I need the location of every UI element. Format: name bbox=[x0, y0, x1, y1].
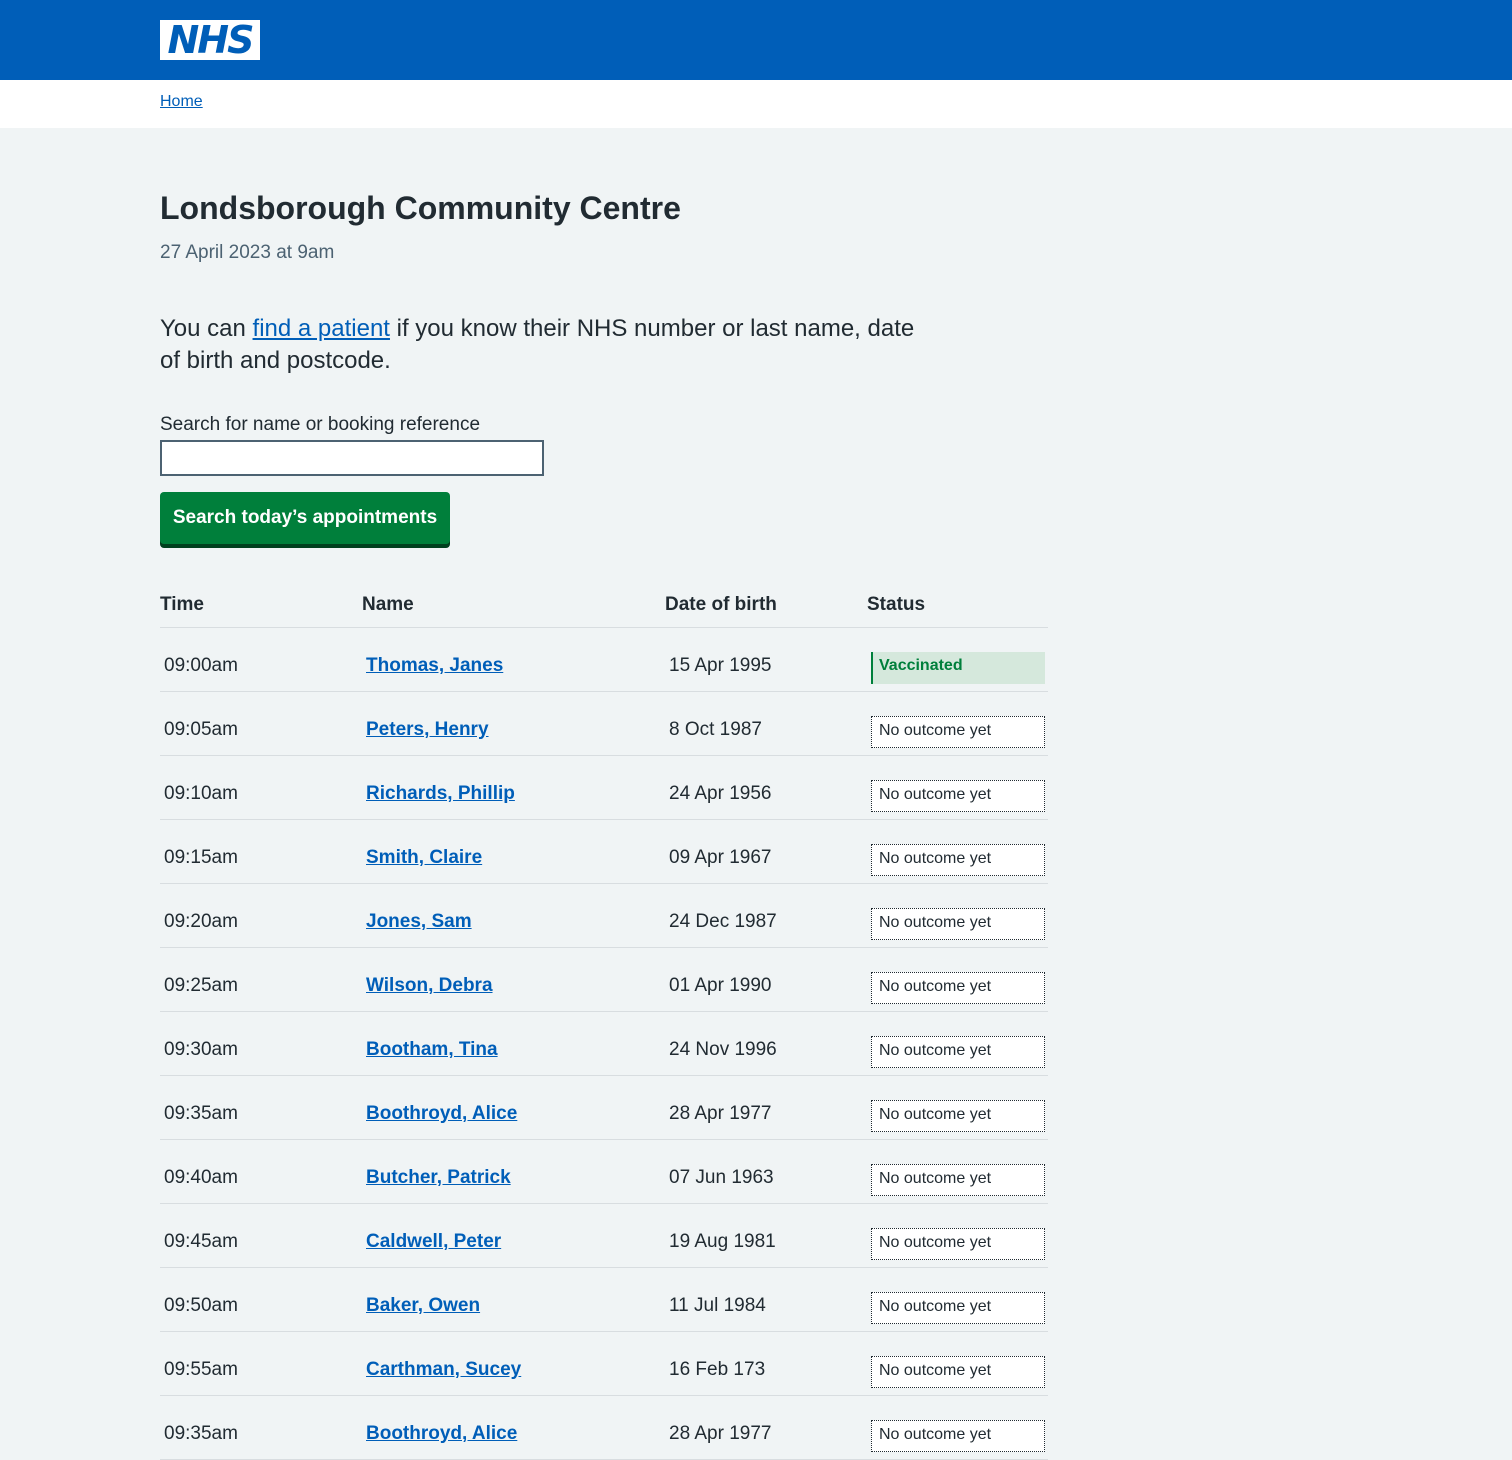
status-tag: No outcome yet bbox=[871, 1228, 1045, 1260]
appointment-time: 09:35am bbox=[164, 1423, 238, 1444]
status-tag: No outcome yet bbox=[871, 1420, 1045, 1452]
patient-name-link[interactable]: Butcher, Patrick bbox=[366, 1167, 511, 1188]
patient-name-cell: Baker, Owen bbox=[366, 1294, 480, 1318]
date-of-birth: 16 Feb 173 bbox=[669, 1359, 766, 1380]
nhs-logo-text: NHS bbox=[167, 18, 255, 62]
table-row: 09:50am Baker, Owen 11 Jul 1984 No outcome … bbox=[160, 1268, 1048, 1332]
patient-name-cell: Thomas, Janes bbox=[366, 654, 503, 678]
patient-name-link[interactable]: Peters, Henry bbox=[366, 719, 489, 740]
search-label: Search for name or booking reference bbox=[160, 414, 481, 435]
table-row: 09:05am Peters, Henry 8 Oct 1987 No outcome… bbox=[160, 692, 1048, 756]
patient-name-cell: Butcher, Patrick bbox=[366, 1166, 511, 1190]
table-body: 09:00am Thomas, Janes 15 Apr 1995 Vaccinate… bbox=[160, 628, 1048, 1460]
date-of-birth: 24 Apr 1956 bbox=[669, 783, 772, 804]
patient-name-link[interactable]: Richards, Phillip bbox=[366, 783, 515, 804]
patient-name-cell: Smith, Claire bbox=[366, 846, 482, 870]
date-of-birth: 01 Apr 1990 bbox=[669, 975, 772, 996]
date-of-birth: 07 Jun 1963 bbox=[669, 1167, 774, 1188]
patient-name-link[interactable]: Baker, Owen bbox=[366, 1295, 480, 1316]
appointment-time: 09:00am bbox=[164, 655, 238, 676]
date-of-birth: 11 Jul 1984 bbox=[669, 1295, 766, 1316]
status-tag: No outcome yet bbox=[871, 972, 1045, 1004]
patient-name-cell: Jones, Sam bbox=[366, 910, 472, 934]
appointment-time: 09:10am bbox=[164, 783, 238, 804]
status-tag: No outcome yet bbox=[871, 1164, 1045, 1196]
table-row: 09:30am Bootham, Tina 24 Nov 1996 No outcom… bbox=[160, 1012, 1048, 1076]
column-header-name: Name bbox=[362, 594, 414, 615]
patient-name-link[interactable]: Carthman, Sucey bbox=[366, 1359, 521, 1380]
date-of-birth: 24 Dec 1987 bbox=[669, 911, 777, 932]
status-tag: No outcome yet bbox=[871, 716, 1045, 748]
date-of-birth: 28 Apr 1977 bbox=[669, 1103, 772, 1124]
table-row: 09:25am Wilson, Debra 01 Apr 1990 No outcom… bbox=[160, 948, 1048, 1012]
status-tag: Vaccinated bbox=[871, 652, 1045, 684]
page-title: Londsborough Community Centre bbox=[160, 190, 681, 226]
appointment-time: 09:55am bbox=[164, 1359, 238, 1380]
table-header-row: Time Name Date of birth Status bbox=[160, 588, 1048, 628]
appointment-time: 09:20am bbox=[164, 911, 238, 932]
table-row: 09:15am Smith, Claire 09 Apr 1967 No outcom… bbox=[160, 820, 1048, 884]
column-header-dob: Date of birth bbox=[665, 594, 777, 615]
patient-name-cell: Richards, Phillip bbox=[366, 782, 515, 806]
table-row: 09:35am Boothroyd, Alice 28 Apr 1977 No out… bbox=[160, 1396, 1048, 1460]
status-tag: No outcome yet bbox=[871, 780, 1045, 812]
patient-name-link[interactable]: Jones, Sam bbox=[366, 911, 472, 932]
appointment-time: 09:30am bbox=[164, 1039, 238, 1060]
table-row: 09:10am Richards, Phillip 24 Apr 1956 No ou… bbox=[160, 756, 1048, 820]
date-of-birth: 15 Apr 1995 bbox=[669, 655, 772, 676]
table-row: 09:20am Jones, Sam 24 Dec 1987 No outcome y… bbox=[160, 884, 1048, 948]
column-header-time: Time bbox=[160, 594, 205, 615]
date-of-birth: 24 Nov 1996 bbox=[669, 1039, 777, 1060]
breadcrumb-home-link[interactable]: Home bbox=[160, 93, 203, 111]
nhs-logo[interactable]: NHS bbox=[160, 20, 260, 60]
table-row: 09:55am Carthman, Sucey 16 Feb 173 No outco… bbox=[160, 1332, 1048, 1396]
table-row: 09:45am Caldwell, Peter 19 Aug 1981 No outc… bbox=[160, 1204, 1048, 1268]
site-header: NHS bbox=[0, 0, 1512, 80]
table-row: 09:00am Thomas, Janes 15 Apr 1995 Vaccinate… bbox=[160, 628, 1048, 692]
breadcrumb: Home bbox=[0, 80, 1512, 128]
status-tag: No outcome yet bbox=[871, 1356, 1045, 1388]
table-row: 09:35am Boothroyd, Alice 28 Apr 1977 No out… bbox=[160, 1076, 1048, 1140]
column-header-status: Status bbox=[867, 594, 926, 615]
patient-name-link[interactable]: Bootham, Tina bbox=[366, 1039, 498, 1060]
appointment-time: 09:25am bbox=[164, 975, 238, 996]
patient-name-link[interactable]: Smith, Claire bbox=[366, 847, 482, 868]
lede-prefix: You can bbox=[160, 315, 253, 342]
patient-name-cell: Boothroyd, Alice bbox=[366, 1422, 517, 1446]
patient-name-cell: Boothroyd, Alice bbox=[366, 1102, 517, 1126]
status-tag: No outcome yet bbox=[871, 1100, 1045, 1132]
patient-name-link[interactable]: Boothroyd, Alice bbox=[366, 1103, 517, 1124]
status-tag: No outcome yet bbox=[871, 1036, 1045, 1068]
status-tag: No outcome yet bbox=[871, 1292, 1045, 1324]
appointment-time: 09:05am bbox=[164, 719, 238, 740]
patient-name-link[interactable]: Thomas, Janes bbox=[366, 655, 503, 676]
date-of-birth: 28 Apr 1977 bbox=[669, 1423, 772, 1444]
appointment-time: 09:35am bbox=[164, 1103, 238, 1124]
patient-name-cell: Caldwell, Peter bbox=[366, 1230, 501, 1254]
patient-name-cell: Wilson, Debra bbox=[366, 974, 493, 998]
patient-name-link[interactable]: Wilson, Debra bbox=[366, 975, 493, 996]
appointment-time: 09:15am bbox=[164, 847, 238, 868]
patient-name-cell: Peters, Henry bbox=[366, 718, 489, 742]
date-of-birth: 8 Oct 1987 bbox=[669, 719, 762, 740]
appointment-time: 09:45am bbox=[164, 1231, 238, 1252]
date-of-birth: 19 Aug 1981 bbox=[669, 1231, 776, 1252]
appointment-time: 09:50am bbox=[164, 1295, 238, 1316]
patient-name-cell: Carthman, Sucey bbox=[366, 1358, 521, 1382]
find-patient-link[interactable]: find a patient bbox=[253, 315, 390, 342]
date-of-birth: 09 Apr 1967 bbox=[669, 847, 772, 868]
table-row: 09:40am Butcher, Patrick 07 Jun 1963 No out… bbox=[160, 1140, 1048, 1204]
appointments-table: Time Name Date of birth Status 09:00am Th… bbox=[160, 588, 1048, 1460]
search-input[interactable] bbox=[160, 440, 544, 476]
patient-name-cell: Bootham, Tina bbox=[366, 1038, 498, 1062]
search-appointments-button[interactable]: Search today’s appointments bbox=[160, 492, 450, 544]
status-tag: No outcome yet bbox=[871, 908, 1045, 940]
patient-name-link[interactable]: Caldwell, Peter bbox=[366, 1231, 501, 1252]
lede-text: You can find a patient if you know their… bbox=[160, 313, 940, 377]
page-caption: 27 April 2023 at 9am bbox=[160, 242, 335, 263]
appointment-time: 09:40am bbox=[164, 1167, 238, 1188]
status-tag: No outcome yet bbox=[871, 844, 1045, 876]
